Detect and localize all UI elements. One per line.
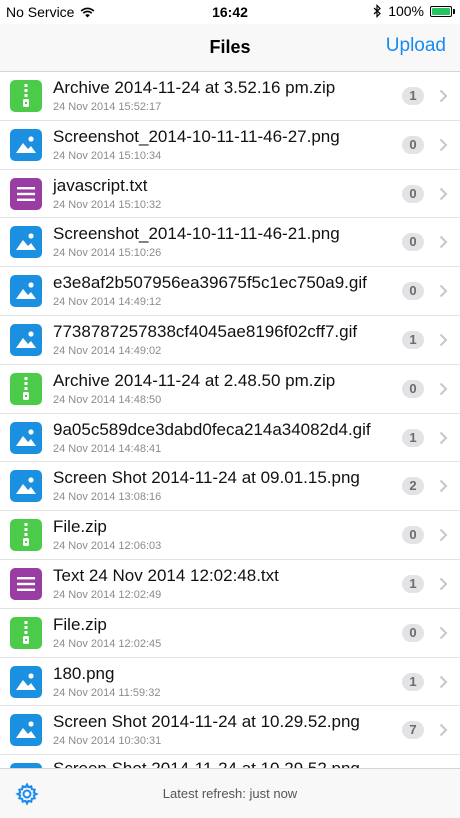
file-date: 24 Nov 2014 14:48:41: [53, 442, 162, 455]
file-name: Screen Shot 2014-11-24 at 10.29.52.png: [53, 759, 360, 768]
image-icon: [10, 226, 42, 259]
status-right: 100%: [373, 3, 455, 19]
file-row[interactable]: Screen Shot 2014-11-24 at 10.29.52.png: [0, 755, 460, 768]
file-row[interactable]: 7738787257838cf4045ae8196f02cff7.gif 24 N…: [0, 316, 460, 365]
file-row[interactable]: Screenshot_2014-10-11-11-46-21.png 24 Nov…: [0, 218, 460, 268]
file-row[interactable]: e3e8af2b507956ea39675f5c1ec750a9.gif 24 N…: [0, 267, 460, 316]
file-name: javascript.txt: [53, 175, 148, 195]
file-row[interactable]: Text 24 Nov 2014 12:02:48.txt 24 Nov 2014…: [0, 560, 460, 609]
chevron-right-icon: [439, 89, 448, 103]
count-badge: 0: [402, 379, 424, 398]
file-name: e3e8af2b507956ea39675f5c1ec750a9.gif: [53, 273, 367, 293]
battery-percent: 100%: [388, 3, 424, 19]
file-list[interactable]: Archive 2014-11-24 at 3.52.16 pm.zip 24 N…: [0, 72, 460, 768]
count-badge: 2: [402, 477, 424, 496]
file-row[interactable]: Archive 2014-11-24 at 2.48.50 pm.zip 24 N…: [0, 365, 460, 414]
chevron-right-icon: [439, 236, 448, 249]
file-name: 7738787257838cf4045ae8196f02cff7.gif: [53, 321, 358, 341]
count-badge: 0: [402, 135, 424, 154]
file-name: 180.png: [53, 663, 115, 683]
image-icon: [10, 275, 42, 308]
file-date: 24 Nov 2014 12:02:45: [53, 637, 162, 650]
file-row[interactable]: File.zip 24 Nov 2014 12:06:03 0: [0, 511, 460, 560]
count-badge: 7: [402, 721, 424, 740]
image-icon: [10, 665, 42, 698]
file-name: File.zip: [53, 614, 107, 634]
file-date: 24 Nov 2014 15:10:34: [53, 149, 162, 162]
bottom-toolbar: Latest refresh: just now: [0, 768, 460, 818]
file-row[interactable]: 180.png 24 Nov 2014 11:59:32 1: [0, 658, 460, 707]
file-row[interactable]: Screen Shot 2014-11-24 at 10.29.52.png 24…: [0, 706, 460, 756]
file-name: File.zip: [53, 517, 107, 537]
chevron-right-icon: [439, 284, 448, 298]
battery-fill: [432, 7, 450, 15]
file-date: 24 Nov 2014 13:08:16: [53, 491, 162, 504]
battery-icon: [430, 5, 455, 17]
count-badge: 0: [402, 526, 424, 545]
image-icon: [10, 714, 42, 747]
file-date: 24 Nov 2014 14:49:02: [53, 344, 162, 357]
file-row[interactable]: 9a05c589dce3dabd0feca214a34082d4.gif 24 N…: [0, 414, 460, 463]
file-date: 24 Nov 2014 15:52:17: [53, 101, 162, 113]
file-name: Screen Shot 2014-11-24 at 10.29.52.png: [53, 712, 360, 732]
file-row[interactable]: Screen Shot 2014-11-24 at 09.01.15.png 24…: [0, 462, 460, 512]
zip-icon: [10, 372, 42, 405]
bluetooth-icon: [373, 4, 382, 18]
file-name: Screenshot_2014-10-11-11-46-27.png: [53, 126, 340, 146]
zip-icon: [10, 80, 42, 112]
count-badge: 1: [402, 87, 424, 105]
file-date: 24 Nov 2014 14:48:50: [53, 393, 162, 406]
chevron-right-icon: [439, 333, 448, 347]
file-date: 24 Nov 2014 12:02:49: [53, 588, 162, 601]
file-date: 24 Nov 2014 15:10:26: [53, 247, 162, 260]
file-date: 24 Nov 2014 14:49:12: [53, 296, 162, 309]
chevron-right-icon: [439, 577, 448, 591]
chevron-right-icon: [439, 675, 448, 688]
chevron-right-icon: [439, 724, 448, 737]
upload-button[interactable]: Upload: [386, 35, 446, 57]
count-badge: 1: [402, 574, 424, 593]
count-badge: 0: [402, 623, 424, 642]
image-icon: [10, 128, 42, 161]
file-name: Archive 2014-11-24 at 2.48.50 pm.zip: [53, 370, 336, 390]
file-date: 24 Nov 2014 11:59:32: [53, 686, 161, 699]
text-icon: [10, 177, 42, 210]
file-row[interactable]: Screenshot_2014-10-11-11-46-27.png 24 Nov…: [0, 121, 460, 170]
count-badge: 0: [402, 233, 424, 252]
image-icon: [10, 323, 42, 356]
file-date: 24 Nov 2014 15:10:32: [53, 198, 162, 211]
file-row[interactable]: File.zip 24 Nov 2014 12:02:45 0: [0, 609, 460, 658]
zip-icon: [10, 616, 42, 649]
chevron-right-icon: [439, 138, 448, 152]
refresh-status: Latest refresh: just now: [162, 786, 298, 801]
count-badge: 1: [402, 428, 424, 447]
nav-bar: Files Upload: [0, 24, 460, 72]
file-row[interactable]: javascript.txt 24 Nov 2014 15:10:32 0: [0, 170, 460, 219]
zip-icon: [10, 519, 42, 552]
file-row[interactable]: Archive 2014-11-24 at 3.52.16 pm.zip 24 N…: [0, 72, 460, 121]
count-badge: 0: [402, 282, 424, 301]
image-icon: [10, 470, 42, 503]
file-name: Screen Shot 2014-11-24 at 09.01.15.png: [53, 468, 360, 488]
file-name: Screenshot_2014-10-11-11-46-21.png: [53, 224, 340, 244]
chevron-right-icon: [439, 382, 448, 395]
chevron-right-icon: [439, 187, 448, 200]
chevron-right-icon: [439, 626, 448, 639]
text-icon: [10, 567, 42, 600]
chevron-right-icon: [439, 528, 448, 542]
file-name: Archive 2014-11-24 at 3.52.16 pm.zip: [53, 78, 336, 97]
count-badge: 1: [402, 330, 424, 349]
file-name: Text 24 Nov 2014 12:02:48.txt: [53, 565, 279, 585]
chevron-right-icon: [439, 480, 448, 493]
image-icon: [10, 421, 42, 454]
file-date: 24 Nov 2014 10:30:31: [53, 735, 162, 748]
status-bar: No Service 16:42 100%: [0, 0, 460, 24]
chevron-right-icon: [439, 431, 448, 444]
count-badge: 0: [402, 184, 424, 203]
count-badge: 1: [402, 672, 424, 691]
file-date: 24 Nov 2014 12:06:03: [53, 540, 162, 553]
file-name: 9a05c589dce3dabd0feca214a34082d4.gif: [53, 419, 371, 439]
